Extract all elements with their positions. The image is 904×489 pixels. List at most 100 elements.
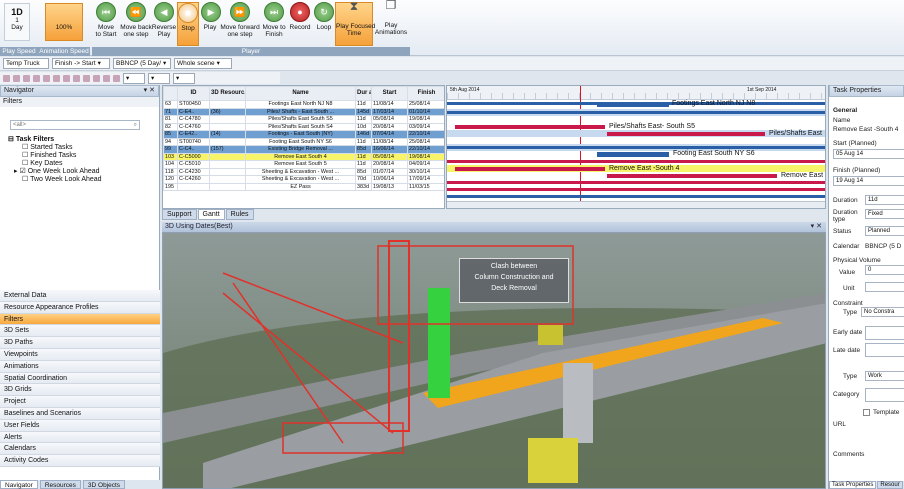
gantt-bar[interactable] [447, 195, 825, 198]
animation-speed-button[interactable]: 100% [45, 3, 83, 41]
table-row[interactable]: 99 C-C4.. (157) Existing Bridge Removal ...… [163, 145, 444, 154]
finish-date-field[interactable]: 19 Aug 14 [833, 176, 904, 186]
section-viewpoints[interactable]: Viewpoints [0, 348, 160, 361]
tree-root[interactable]: ⊟ Task Filters [8, 135, 102, 143]
tree-item[interactable]: ☐ Key Dates [8, 159, 102, 167]
tool-icon[interactable] [3, 74, 10, 82]
tab-gantt[interactable]: Gantt [197, 209, 225, 220]
unit-field[interactable] [865, 282, 904, 292]
stop-button[interactable]: ■ Stop [177, 2, 199, 46]
tab-3d-objects[interactable]: 3D Objects [82, 480, 126, 489]
gantt-bar[interactable] [597, 102, 669, 107]
gantt-bar[interactable] [447, 188, 825, 191]
move-to-finish-button[interactable]: ⏭ Move to Finish [261, 2, 287, 38]
3d-viewport[interactable]: Clash between Column Construction and De… [162, 232, 826, 489]
table-row[interactable]: 63 ST00450 Footings East North NJ N8 11d 11/… [163, 100, 444, 109]
move-forward-step-button[interactable]: ⏩ Move forward one step [220, 2, 260, 38]
table-row[interactable]: 94 ST00740 Footing East South NY S6 11d 11/0… [163, 137, 444, 146]
table-row[interactable]: 103 C-C5000 Remove East South 4 11d 05/08/14… [163, 152, 444, 161]
late-date-field[interactable] [865, 343, 904, 357]
tab-navigator[interactable]: Navigator [0, 480, 38, 489]
gantt-bar[interactable] [447, 160, 825, 163]
section-activity-codes[interactable]: Activity Codes [0, 455, 160, 467]
tab-rules[interactable]: Rules [225, 209, 254, 220]
play-button[interactable]: ▶ Play [201, 2, 221, 31]
early-date-field[interactable] [865, 326, 904, 340]
value-field[interactable]: 0 [865, 265, 904, 275]
calendar-combo[interactable]: BBNCP (5 Day/▾ [113, 58, 171, 69]
play-focused-time-button[interactable]: ⧗ Play Focused Time [335, 0, 375, 46]
col-header[interactable]: Finish [407, 86, 444, 101]
tool-icon[interactable] [103, 74, 110, 82]
section-external-data[interactable]: External Data [0, 290, 160, 302]
dropdown-b[interactable]: ▾ [148, 72, 170, 84]
gantt-bar[interactable] [447, 146, 825, 149]
type-select[interactable]: Work [865, 371, 904, 381]
move-back-step-button[interactable]: ⏪ Move back one step [120, 2, 152, 38]
section-3d-grids[interactable]: 3D Grids [0, 384, 160, 397]
table-row[interactable]: 118 C-C4230 Sheeting & Excavation - West .… [163, 167, 444, 176]
section-calendars[interactable]: Calendars [0, 443, 160, 456]
name-value[interactable]: Remove East -South 4 [833, 126, 898, 133]
col-header[interactable]: ID [177, 86, 210, 101]
template-checkbox[interactable] [863, 409, 870, 416]
scene-combo[interactable]: Whole scene ▾ [174, 58, 232, 69]
record-button[interactable]: ● Record [288, 2, 312, 31]
section-alerts[interactable]: Alerts [0, 431, 160, 444]
tool-icon[interactable] [113, 74, 120, 82]
table-row[interactable]: 81 C-C4780 Piles/Shafts East South S5 11d 05… [163, 115, 444, 124]
gantt-bar[interactable] [597, 152, 669, 157]
truck-combo[interactable]: Temp Truck [3, 58, 49, 69]
gantt-bar[interactable] [447, 111, 825, 114]
tree-item[interactable]: ☐ Started Tasks [8, 143, 102, 151]
constraint-type-select[interactable]: No Constra [861, 307, 904, 317]
dropdown-a[interactable]: ▾ [123, 72, 145, 84]
tree-item[interactable]: ☐ Two Week Look Ahead [8, 175, 102, 183]
gantt-bar[interactable] [607, 132, 765, 136]
category-field[interactable] [865, 388, 904, 402]
close-icon[interactable]: ▾ ✕ [144, 86, 155, 96]
tool-icon[interactable] [83, 74, 90, 82]
table-row[interactable]: 82 C-C4760 Piles/Shafts East South S4 10d 20… [163, 122, 444, 131]
col-header[interactable]: Start [371, 86, 408, 101]
tool-icon[interactable] [43, 74, 50, 82]
day-speed-button[interactable]: 1D 1 Day [4, 3, 30, 41]
gantt-bar[interactable] [607, 174, 777, 178]
table-row[interactable]: 104 C-C5010 Remove East South 5 11d 20/08/14… [163, 160, 444, 169]
table-row[interactable]: 71 C-E4.. (36) Piles/ Shafts - East South .… [163, 107, 444, 116]
tool-icon[interactable] [33, 74, 40, 82]
tool-icon[interactable] [93, 74, 100, 82]
gantt-bar[interactable] [455, 125, 605, 129]
gantt-bar[interactable] [447, 181, 825, 184]
tab-support[interactable]: Support [162, 209, 197, 220]
section-3d-sets[interactable]: 3D Sets [0, 325, 160, 338]
section-filters[interactable]: Filters [0, 313, 160, 326]
section-user-fields[interactable]: User Fields [0, 419, 160, 432]
tab-resources[interactable]: Resour [877, 481, 903, 489]
gantt-bar[interactable] [455, 167, 605, 171]
section-spatial-coordination[interactable]: Spatial Coordination [0, 372, 160, 385]
status-select[interactable]: Planned [865, 226, 904, 236]
move-to-start-button[interactable]: ⏮ Move to Start [93, 2, 119, 38]
table-row[interactable]: 195 EZ Pass 383d 19/08/13 11/03/15 [163, 182, 444, 191]
tab-resources[interactable]: Resources [39, 480, 81, 489]
calendar-value[interactable]: BBNCP (5 D [865, 243, 901, 250]
duration-field[interactable]: 11d [865, 195, 904, 205]
tool-icon[interactable] [13, 74, 20, 82]
section-baselines[interactable]: Baselines and Scenarios [0, 407, 160, 420]
dropdown-c[interactable]: ▾ [173, 72, 195, 84]
section-resource-profiles[interactable]: Resource Appearance Profiles [0, 301, 160, 314]
tool-icon[interactable] [23, 74, 30, 82]
col-header[interactable]: 3D Resourc... [209, 86, 246, 101]
table-row[interactable]: 85 C-E42.. (14) Footings - East South (NY) 1… [163, 130, 444, 139]
tool-icon[interactable] [73, 74, 80, 82]
filter-search-input[interactable]: <all> ⌕ [10, 120, 140, 130]
col-header[interactable] [163, 86, 178, 101]
play-animations-button[interactable]: ❐ Play Animations [374, 0, 408, 36]
start-date-field[interactable]: 05 Aug 14 [833, 149, 904, 159]
tree-item[interactable]: ▸ ☑ One Week Look Ahead [8, 167, 102, 175]
section-project[interactable]: Project [0, 396, 160, 408]
tool-icon[interactable] [63, 74, 70, 82]
col-header[interactable]: Name [245, 86, 356, 101]
tool-icon[interactable] [53, 74, 60, 82]
